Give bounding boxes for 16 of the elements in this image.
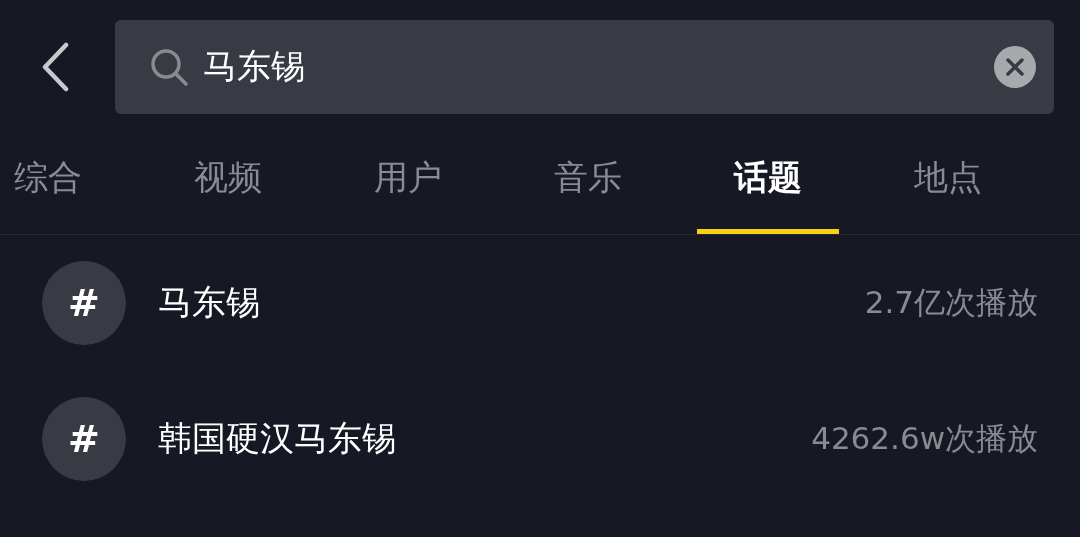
tab[interactable]: 地点 bbox=[858, 114, 1038, 234]
hashtag-icon: # bbox=[42, 261, 126, 345]
play-count: 4262.6w次播放 bbox=[811, 419, 1038, 458]
search-field[interactable]: 马东锡 bbox=[115, 20, 1054, 114]
tab[interactable]: 话题 bbox=[678, 114, 858, 234]
close-icon bbox=[1006, 58, 1024, 76]
search-icon bbox=[149, 47, 189, 87]
topic-name[interactable]: 韩国硬汉马东锡 bbox=[158, 416, 812, 462]
back-icon bbox=[40, 42, 70, 92]
tab[interactable]: 音乐 bbox=[498, 114, 678, 234]
tab[interactable]: 综合 bbox=[0, 114, 138, 234]
play-count: 2.7亿次播放 bbox=[864, 283, 1038, 322]
hashtag-icon: # bbox=[42, 397, 126, 481]
tab[interactable]: 用户 bbox=[318, 114, 498, 234]
tab[interactable]: 视频 bbox=[138, 114, 318, 234]
topic-name[interactable]: 马东锡 bbox=[158, 280, 865, 326]
